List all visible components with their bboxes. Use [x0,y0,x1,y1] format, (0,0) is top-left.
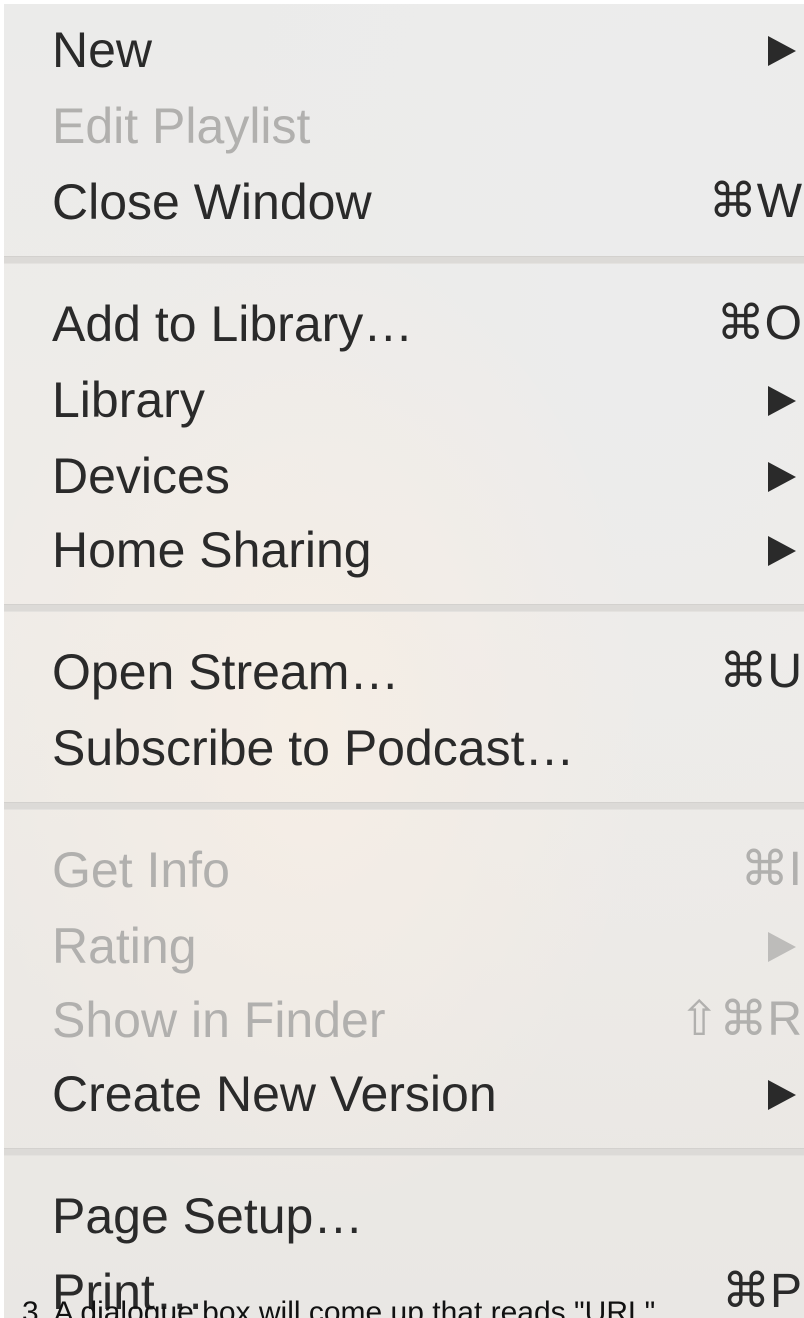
menu-item-create-new-version[interactable]: Create New Version [4,1056,804,1132]
menu-item-new[interactable]: New [4,12,804,88]
submenu-arrow-icon [768,536,796,566]
menu-item-add-to-library[interactable]: Add to Library… ⌘O [4,286,804,362]
menu-item-label: Subscribe to Podcast… [52,720,575,776]
menu-item-label: Home Sharing [52,522,372,578]
menu-item-label: Show in Finder [52,992,386,1048]
menu-item-rating: Rating [4,908,804,984]
submenu-arrow-icon [768,1080,796,1110]
menu-item-label: Edit Playlist [52,98,311,154]
menu-item-shortcut: ⌘U [719,645,802,698]
menu-item-label: New [52,22,153,78]
submenu-arrow-icon [768,386,796,416]
instruction-caption: 3. A dialogue box will come up that read… [22,1296,656,1318]
menu-item-devices[interactable]: Devices [4,438,804,514]
menu-item-shortcut: ⌘I [740,843,802,896]
menu-item-show-in-finder: Show in Finder ⇧⌘R [4,982,804,1058]
menu-item-label: Close Window [52,174,372,230]
menu-item-home-sharing[interactable]: Home Sharing [4,512,804,588]
menu-item-shortcut: ⇧⌘R [679,993,802,1046]
menu-item-label: Get Info [52,842,230,898]
submenu-arrow-icon [768,932,796,962]
submenu-arrow-icon [768,462,796,492]
menu-separator [4,802,804,810]
menu-separator [4,1148,804,1156]
menu-item-label: Add to Library… [52,296,414,352]
menu-item-edit-playlist: Edit Playlist [4,88,804,164]
menu-item-subscribe-to-podcast[interactable]: Subscribe to Podcast… [4,710,804,786]
menu-item-close-window[interactable]: Close Window ⌘W [4,164,804,240]
menu-item-page-setup[interactable]: Page Setup… [4,1178,804,1254]
menu-item-label: Page Setup… [52,1188,364,1244]
menu-item-label: Open Stream… [52,644,400,700]
menu-item-open-stream[interactable]: Open Stream… ⌘U [4,634,804,710]
menu-item-label: Create New Version [52,1066,497,1122]
menu-item-label: Rating [52,918,197,974]
menu-item-label: Devices [52,448,230,504]
menu-separator [4,256,804,264]
submenu-arrow-icon [768,36,796,66]
menu-separator [4,604,804,612]
menu-item-shortcut: ⌘W [708,175,802,228]
menu-item-label: Library [52,372,205,428]
menu-item-library[interactable]: Library [4,362,804,438]
menu-item-get-info: Get Info ⌘I [4,832,804,908]
file-menu: New Edit Playlist Close Window ⌘W Add to… [4,4,804,1318]
menu-item-shortcut: ⌘O [716,297,802,350]
